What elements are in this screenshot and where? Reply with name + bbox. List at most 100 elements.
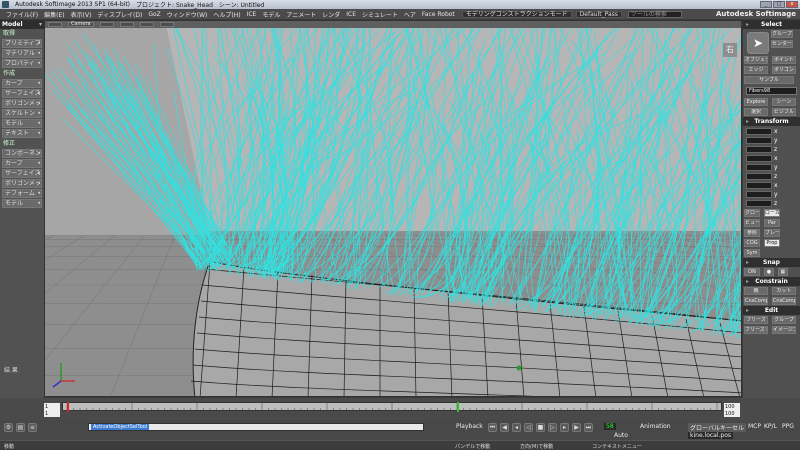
menu-icon[interactable]: ≡ — [28, 423, 37, 432]
create-surface-mesh-button[interactable]: サーフェイスメッシュ — [2, 89, 42, 98]
explore-button[interactable]: Explore — [744, 98, 768, 106]
transform-local-button[interactable]: ローカル — [763, 209, 780, 217]
transform-par-button[interactable]: Par — [763, 219, 780, 227]
menu-simulate[interactable]: シミュレート — [359, 10, 401, 19]
keying-parameter-field[interactable]: kine.local.pos — [688, 432, 734, 439]
viewport-menu-3[interactable] — [119, 22, 134, 27]
menu-display[interactable]: ディスプレイ(D) — [94, 10, 145, 19]
constrain-cnscomp-button[interactable]: CnsComp — [744, 297, 768, 305]
get-primitive-button[interactable]: プリミティブ — [2, 39, 42, 48]
timeline-end-field[interactable]: 100 — [724, 403, 740, 411]
select-point-button[interactable]: ポイント — [771, 56, 796, 64]
viewport-menu-1[interactable] — [48, 22, 62, 27]
visible-button[interactable]: ビジブル — [771, 108, 796, 116]
animation-label[interactable]: Animation — [640, 423, 671, 430]
menu-model[interactable]: モデル — [259, 10, 283, 19]
timeline-end-field-2[interactable]: 100 — [724, 411, 740, 417]
transform-header[interactable]: Transform — [743, 117, 800, 126]
constrain-header[interactable]: Constrain — [743, 277, 800, 286]
tool-icon[interactable]: ⚙ — [4, 423, 13, 432]
menu-ice-2[interactable]: ICE — [343, 11, 359, 18]
select-arrow-icon[interactable]: ➤ — [747, 32, 769, 54]
get-material-button[interactable]: マテリアル — [2, 49, 42, 58]
timeline-start-marker[interactable] — [67, 402, 69, 412]
constrain-parent-button[interactable]: 親 — [744, 287, 768, 295]
menu-animate[interactable]: アニメート — [283, 10, 319, 19]
object-name-field[interactable]: Fibers98 — [746, 87, 797, 95]
modify-curve-button[interactable]: カーブ — [2, 159, 42, 168]
edit-freeze-button[interactable]: フリーズ — [744, 316, 768, 324]
edit-image-editor-button[interactable]: イメージエディタ — [771, 326, 796, 334]
play-backward-icon[interactable]: ◁ — [524, 423, 533, 432]
rotate-y-field[interactable] — [746, 163, 772, 171]
menu-render[interactable]: レンダ — [319, 10, 343, 19]
create-polygon-mesh-button[interactable]: ポリゴンメッシュ — [2, 99, 42, 108]
camera-dropdown[interactable]: Camera — [68, 22, 94, 27]
modify-surface-mesh-button[interactable]: サーフェイスメッシュ — [2, 169, 42, 178]
menu-window[interactable]: ウィンドウ(W) — [164, 10, 211, 19]
selection-button[interactable]: 選択 — [744, 108, 768, 116]
menu-help[interactable]: ヘルプ(H) — [210, 10, 243, 19]
constrain-cut-button[interactable]: カット — [771, 287, 796, 295]
edit-group-button[interactable]: グループ — [771, 316, 796, 324]
translate-x-field[interactable] — [746, 181, 772, 189]
transform-sym-button[interactable]: Sym — [744, 249, 760, 257]
select-object-button[interactable]: オブジェクト — [744, 56, 768, 64]
menu-hair[interactable]: ヘア — [401, 10, 419, 19]
create-skeleton-button[interactable]: スケルトン — [2, 109, 42, 118]
snap-dot-icon[interactable]: ● — [763, 268, 774, 276]
playback-label[interactable]: Playback — [456, 423, 483, 430]
timeline-start-field-2[interactable]: 1 — [44, 411, 60, 417]
tab-ppg[interactable]: PPG — [782, 423, 794, 430]
timeline-start-field[interactable]: 1 — [44, 403, 60, 411]
command-line[interactable]: ActivateObjectSelTool — [88, 423, 424, 431]
viewport-canvas[interactable] — [45, 21, 742, 397]
translate-y-field[interactable] — [746, 190, 772, 198]
modify-deform-button[interactable]: デフォーム — [2, 189, 42, 198]
menu-ice[interactable]: ICE — [244, 11, 260, 18]
select-polygon-button[interactable]: ポリゴン — [771, 66, 796, 74]
play-forward-icon[interactable]: ▷ — [548, 423, 557, 432]
edit-freeze-m-button[interactable]: フリーズ M — [744, 326, 768, 334]
edit-header[interactable]: Edit — [743, 306, 800, 315]
view-orientation-tag[interactable]: 右 — [723, 43, 737, 57]
snap-on-toggle[interactable]: ON — [744, 268, 760, 276]
snap-grid-icon[interactable]: ▦ — [777, 268, 788, 276]
viewport-menu-2[interactable] — [99, 22, 114, 27]
keying-dropdown[interactable]: グローバルキーセル — [688, 423, 746, 432]
next-frame-icon[interactable]: ▸ — [560, 423, 569, 432]
rotate-z-field[interactable] — [746, 172, 772, 180]
tab-mcp[interactable]: MCP — [748, 423, 761, 430]
transform-view-button[interactable]: ビュー — [744, 219, 760, 227]
transform-prop-button[interactable]: Prop — [763, 239, 780, 247]
modify-component-button[interactable]: コンポーネント — [2, 149, 42, 158]
menu-file[interactable]: ファイル(F) — [3, 10, 41, 19]
tab-kpl[interactable]: KP/L — [764, 423, 777, 430]
first-frame-icon[interactable]: ⏮ — [488, 423, 497, 432]
maximize-button[interactable]: □ — [773, 1, 785, 8]
transform-global-button[interactable]: グローバル — [744, 209, 760, 217]
stop-icon[interactable]: ■ — [536, 423, 545, 432]
viewport-menu-4[interactable] — [139, 22, 154, 27]
modify-polygon-mesh-button[interactable]: ポリゴンメッシュ — [2, 179, 42, 188]
current-frame-field[interactable]: 58 — [604, 423, 616, 430]
minimize-button[interactable]: _ — [760, 1, 772, 8]
last-frame-icon[interactable]: ⏭ — [584, 423, 593, 432]
pass-dropdown[interactable]: Default_Pass — [575, 10, 622, 18]
select-header[interactable]: Select — [743, 20, 800, 29]
timeline-current-frame-marker[interactable] — [457, 402, 459, 412]
transform-plane-button[interactable]: プレーン — [763, 229, 780, 237]
create-curve-button[interactable]: カーブ — [2, 79, 42, 88]
tool-search-input[interactable]: ツールの検索 — [627, 10, 682, 18]
toolbar-mode-header[interactable]: Model — [0, 20, 44, 29]
select-group-button[interactable]: グループ — [771, 30, 793, 38]
timeline-slider[interactable] — [62, 402, 722, 412]
menu-goz[interactable]: GoZ — [145, 11, 163, 18]
translate-z-field[interactable] — [746, 199, 772, 207]
prev-frame-icon[interactable]: ◂ — [512, 423, 521, 432]
scale-y-field[interactable] — [746, 136, 772, 144]
rotate-x-field[interactable] — [746, 154, 772, 162]
menu-view[interactable]: 表示(V) — [68, 10, 95, 19]
modify-model-button[interactable]: モデル — [2, 199, 42, 208]
transform-cog-button[interactable]: COG — [744, 239, 760, 247]
